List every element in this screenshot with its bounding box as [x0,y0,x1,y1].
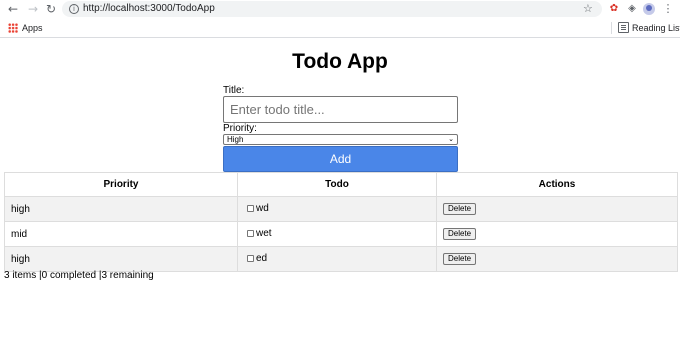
actions-cell: Delete [436,246,678,272]
add-button[interactable]: Add [223,146,458,172]
actions-cell: Delete [436,196,678,222]
table-header-row: Priority Todo Actions [4,172,678,197]
todo-cell: wd [237,196,437,222]
todo-text: wd [256,203,269,215]
delete-button[interactable]: Delete [443,228,477,240]
actions-cell: Delete [436,221,678,247]
priority-cell: mid [4,221,238,247]
menu-icon[interactable]: ⋮ [661,2,675,16]
address-bar[interactable]: i http://localhost:3000/TodoApp ☆ [62,1,602,17]
info-icon[interactable]: i [69,4,79,14]
table-row: high ed Delete [4,246,678,272]
reading-list-button[interactable]: Reading List [632,22,680,34]
chevron-down-icon: ⌄ [448,135,454,143]
extension-icon[interactable]: ✿ [607,2,621,16]
forward-icon[interactable]: → [26,2,40,16]
puzzle-icon[interactable]: ◈ [625,2,639,16]
delete-button[interactable]: Delete [443,253,477,265]
url-text[interactable]: http://localhost:3000/TodoApp [83,3,215,15]
todo-summary: 3 items |0 completed |3 remaining [4,270,154,281]
todo-cell: ed [237,246,437,272]
header-actions: Actions [436,172,678,197]
todo-table: Priority Todo Actions high wd Delete mid… [4,172,678,272]
table-row: high wd Delete [4,196,678,222]
complete-checkbox[interactable] [247,230,254,238]
todo-text: wet [256,228,272,240]
bookmarks-bar: Apps Reading List [0,18,680,38]
bookmarks-divider [611,22,612,34]
reading-list-icon[interactable] [618,22,629,33]
apps-icon[interactable] [8,23,18,33]
star-icon[interactable]: ☆ [583,1,593,17]
todo-text: ed [256,253,268,265]
complete-checkbox[interactable] [247,255,254,263]
table-row: mid wet Delete [4,221,678,247]
header-priority: Priority [4,172,238,197]
header-todo: Todo [237,172,437,197]
todo-cell: wet [237,221,437,247]
delete-button[interactable]: Delete [443,203,477,215]
priority-select[interactable]: High ⌄ [223,134,458,145]
profile-icon[interactable] [643,3,655,15]
priority-cell: high [4,196,238,222]
reload-icon[interactable]: ↻ [44,2,58,16]
title-input[interactable] [223,96,458,123]
back-icon[interactable]: ← [6,2,20,16]
complete-checkbox[interactable] [247,205,254,213]
page-title: Todo App [292,50,388,73]
priority-selected-value: High [227,135,244,144]
apps-bookmark[interactable]: Apps [22,22,43,34]
browser-toolbar: ← → ↻ i http://localhost:3000/TodoApp ☆ … [0,0,680,18]
priority-cell: high [4,246,238,272]
